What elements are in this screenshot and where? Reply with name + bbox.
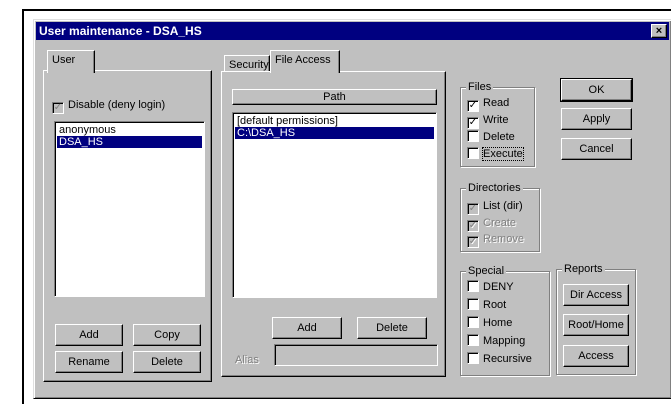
list-dir-checkbox[interactable]: ✓ List (dir) bbox=[467, 199, 523, 215]
add-user-button[interactable]: Add bbox=[55, 324, 123, 346]
delete-checkbox[interactable]: Delete bbox=[467, 130, 515, 144]
deny-checkbox[interactable]: DENY bbox=[467, 280, 514, 294]
path-list[interactable]: [default permissions] C:\DSA_HS bbox=[232, 112, 437, 298]
execute-label: Execute bbox=[482, 147, 524, 161]
mapping-check bbox=[467, 334, 479, 346]
access-report-button[interactable]: Access bbox=[563, 345, 629, 367]
user-maintenance-window: User maintenance - DSA_HS × User ✓ Disabl… bbox=[33, 19, 671, 399]
recursive-label: Recursive bbox=[483, 353, 532, 365]
directories-group: Directories ✓ List (dir) ✓ Create ✓ Remove bbox=[460, 181, 540, 252]
apply-button[interactable]: Apply bbox=[561, 108, 632, 130]
close-button[interactable]: × bbox=[651, 24, 667, 38]
list-dir-label: List (dir) bbox=[483, 200, 523, 212]
root-home-report-button[interactable]: Root/Home bbox=[563, 314, 629, 336]
files-group-label: Files bbox=[466, 80, 494, 94]
remove-checkbox[interactable]: ✓ Remove bbox=[467, 232, 524, 248]
disable-login-check: ✓ bbox=[52, 102, 64, 114]
write-label: Write bbox=[483, 114, 509, 126]
title-bar: User maintenance - DSA_HS × bbox=[36, 22, 669, 40]
dir-access-report-button[interactable]: Dir Access bbox=[563, 284, 629, 306]
home-label: Home bbox=[483, 317, 513, 329]
delete-path-button[interactable]: Delete bbox=[357, 317, 427, 339]
ok-button[interactable]: OK bbox=[560, 78, 633, 102]
remove-label: Remove bbox=[483, 233, 524, 245]
root-check bbox=[467, 298, 479, 310]
delete-label: Delete bbox=[483, 131, 515, 143]
deny-label: DENY bbox=[483, 281, 514, 293]
user-list[interactable]: anonymous DSA_HS bbox=[54, 121, 205, 297]
read-checkbox[interactable]: ✓ Read bbox=[467, 96, 510, 112]
home-checkbox[interactable]: Home bbox=[467, 316, 512, 330]
list-dir-check: ✓ bbox=[467, 203, 479, 215]
cancel-button[interactable]: Cancel bbox=[561, 138, 632, 160]
frame-top-line bbox=[22, 9, 671, 11]
create-label: Create bbox=[483, 217, 517, 229]
special-group-label: Special bbox=[466, 264, 507, 278]
write-check: ✓ bbox=[467, 117, 479, 129]
root-checkbox[interactable]: Root bbox=[467, 298, 506, 312]
mapping-label: Mapping bbox=[483, 335, 526, 347]
recursive-checkbox[interactable]: Recursive bbox=[467, 352, 532, 366]
recursive-check bbox=[467, 352, 479, 364]
create-check: ✓ bbox=[467, 220, 479, 232]
list-item[interactable]: [default permissions] bbox=[235, 115, 434, 127]
write-checkbox[interactable]: ✓ Write bbox=[467, 113, 509, 129]
mapping-checkbox[interactable]: Mapping bbox=[467, 334, 525, 348]
list-item[interactable]: C:\DSA_HS bbox=[235, 127, 434, 139]
window-title: User maintenance - DSA_HS bbox=[39, 24, 202, 38]
disable-login-checkbox[interactable]: ✓ Disable (deny login) bbox=[52, 98, 166, 114]
execute-checkbox[interactable]: Execute bbox=[467, 147, 524, 161]
home-check bbox=[467, 316, 479, 328]
remove-check: ✓ bbox=[467, 236, 479, 248]
read-check: ✓ bbox=[467, 100, 479, 112]
delete-user-button[interactable]: Delete bbox=[133, 351, 201, 373]
list-item[interactable]: anonymous bbox=[57, 124, 202, 136]
files-group: Files ✓ Read ✓ Write Delete Execute bbox=[460, 80, 535, 167]
user-panel: ✓ Disable (deny login) anonymous DSA_HS A… bbox=[43, 70, 212, 382]
rename-user-button[interactable]: Rename bbox=[55, 351, 123, 373]
tab-file-access[interactable]: File Access bbox=[270, 50, 340, 73]
tab-file-access-label: File Access bbox=[275, 54, 331, 66]
close-icon: × bbox=[655, 25, 663, 37]
add-path-button[interactable]: Add bbox=[272, 317, 342, 339]
alias-field[interactable] bbox=[274, 344, 438, 366]
root-label: Root bbox=[483, 299, 507, 311]
deny-check bbox=[467, 280, 479, 292]
frame-left-line bbox=[22, 9, 24, 404]
list-item[interactable]: DSA_HS bbox=[57, 136, 202, 148]
read-label: Read bbox=[483, 97, 510, 109]
tab-user[interactable]: User bbox=[47, 50, 95, 73]
path-column-header: Path bbox=[232, 89, 437, 105]
alias-label: Alias bbox=[235, 354, 259, 366]
delete-check bbox=[467, 130, 479, 142]
reports-group-label: Reports bbox=[562, 262, 605, 276]
directories-group-label: Directories bbox=[466, 181, 523, 195]
tab-security-label: Security bbox=[229, 59, 269, 71]
create-checkbox[interactable]: ✓ Create bbox=[467, 216, 517, 232]
reports-group: Reports Dir Access Root/Home Access bbox=[556, 262, 636, 375]
special-group: Special DENY Root Home Mapping Recursive bbox=[460, 264, 550, 376]
disable-login-label: Disable (deny login) bbox=[68, 99, 166, 111]
copy-user-button[interactable]: Copy bbox=[133, 324, 201, 346]
execute-check bbox=[467, 147, 479, 159]
tab-user-label: User bbox=[52, 54, 76, 66]
file-access-panel: Path [default permissions] C:\DSA_HS Add… bbox=[221, 71, 446, 377]
